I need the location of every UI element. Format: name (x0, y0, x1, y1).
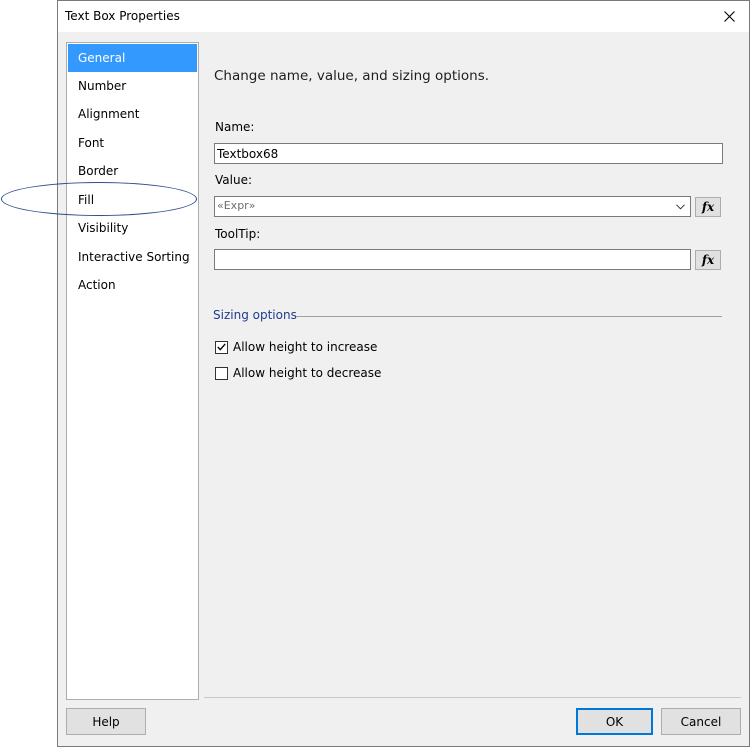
tooltip-label: ToolTip: (215, 227, 261, 241)
sizing-options-title: Sizing options (213, 308, 297, 322)
checkbox-box[interactable] (215, 340, 228, 354)
page-heading: Change name, value, and sizing options. (214, 68, 490, 84)
nav-item-font[interactable]: Font (68, 129, 197, 157)
nav-item-interactive-sorting[interactable]: Interactive Sorting (68, 243, 197, 271)
value-expression-button[interactable]: fx (695, 197, 721, 217)
nav-item-visibility[interactable]: Visibility (68, 214, 197, 242)
close-button[interactable] (709, 1, 749, 32)
close-icon (723, 11, 735, 22)
text-box-properties-dialog: Text Box Properties General Number Align… (57, 0, 750, 747)
tooltip-expression-button[interactable]: fx (695, 250, 721, 270)
category-list: General Number Alignment Font Border Fil… (66, 42, 199, 700)
window-title: Text Box Properties (65, 9, 180, 23)
checkbox-box[interactable] (215, 366, 228, 380)
allow-height-increase-checkbox[interactable]: Allow height to increase (215, 339, 377, 355)
name-input[interactable] (214, 143, 723, 164)
nav-item-fill[interactable]: Fill (68, 186, 197, 214)
value-label: Value: (215, 173, 252, 187)
nav-item-border[interactable]: Border (68, 157, 197, 185)
help-button[interactable]: Help (66, 708, 146, 735)
nav-item-alignment[interactable]: Alignment (68, 100, 197, 128)
ok-button[interactable]: OK (576, 708, 653, 735)
chevron-down-icon[interactable] (674, 200, 687, 213)
title-bar: Text Box Properties (58, 1, 749, 32)
allow-height-increase-label: Allow height to increase (233, 340, 378, 354)
allow-height-decrease-checkbox[interactable]: Allow height to decrease (215, 365, 381, 381)
nav-item-general[interactable]: General (68, 44, 197, 72)
name-label: Name: (215, 120, 255, 134)
allow-height-decrease-label: Allow height to decrease (233, 366, 382, 380)
value-combobox[interactable]: «Expr» (214, 196, 691, 217)
footer-divider (204, 697, 741, 698)
function-icon: fx (701, 253, 715, 267)
nav-item-number[interactable]: Number (68, 72, 197, 100)
section-divider (296, 316, 722, 317)
value-combobox-text: «Expr» (217, 199, 256, 212)
checkmark-icon (217, 343, 226, 351)
function-icon: fx (701, 200, 715, 214)
nav-item-action[interactable]: Action (68, 271, 197, 299)
cancel-button[interactable]: Cancel (661, 708, 741, 735)
tooltip-input[interactable] (214, 249, 691, 270)
